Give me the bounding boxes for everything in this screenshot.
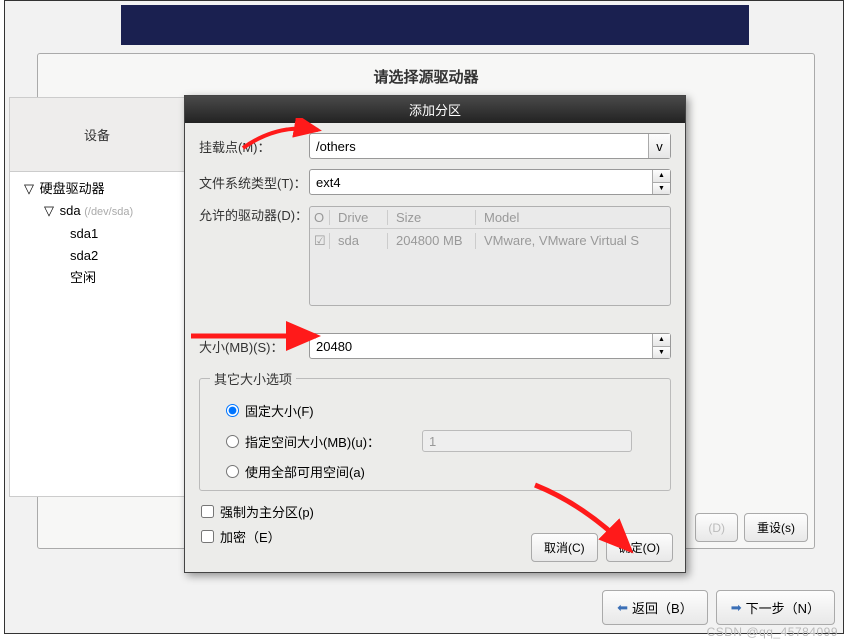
- size-spin-buttons[interactable]: ▲▼: [652, 334, 670, 358]
- watermark: CSDN @qq_45784099: [707, 625, 838, 639]
- back-button[interactable]: 返回（B）: [602, 590, 708, 625]
- chevron-down-icon[interactable]: v: [648, 134, 670, 158]
- radio-upto-row: 指定空间大小(MB)(u)：: [210, 425, 660, 457]
- size-input[interactable]: [310, 334, 652, 358]
- fstype-row: 文件系统类型(T)： ▲▼: [199, 169, 671, 195]
- spin-down-icon[interactable]: ▼: [653, 347, 670, 359]
- radio-allfree-input[interactable]: [226, 465, 239, 478]
- panel-title: 请选择源驱动器: [38, 54, 814, 87]
- cancel-button[interactable]: 取消(C): [531, 533, 598, 562]
- tree-partition[interactable]: sda2: [14, 245, 180, 267]
- radio-upto-label: 指定空间大小(MB)(u)：: [245, 432, 380, 451]
- fstype-input[interactable]: [310, 170, 652, 194]
- arrow-right-icon: [731, 600, 742, 616]
- arrow-left-icon: [617, 600, 628, 616]
- tree-disk[interactable]: ▽ sda (/dev/sda): [14, 200, 180, 223]
- tree-toggle-icon[interactable]: ▽: [44, 200, 56, 222]
- drive-col-drive: Drive: [338, 210, 388, 225]
- next-button[interactable]: 下一步（N）: [716, 590, 835, 625]
- mount-point-input[interactable]: [310, 134, 648, 158]
- header-banner: [121, 5, 749, 45]
- device-sidebar: 设备 ▽ 硬盘驱动器 ▽ sda (/dev/sda) sda1 sda2 空闲: [9, 97, 185, 497]
- spin-up-icon[interactable]: ▲: [653, 334, 670, 347]
- allowed-drives-box: O Drive Size Model ☑ sda 204800 MB VMwar…: [309, 206, 671, 306]
- partition-action-buttons: (D) 重设(s): [695, 513, 808, 542]
- mount-point-row: 挂载点(M)： v: [199, 133, 671, 159]
- radio-fixed-input[interactable]: [226, 404, 239, 417]
- radio-fixed-size[interactable]: 固定大小(F): [210, 396, 660, 425]
- fstype-combo[interactable]: ▲▼: [309, 169, 671, 195]
- drive-col-model: Model: [484, 210, 666, 225]
- tree-root[interactable]: ▽ 硬盘驱动器: [14, 178, 180, 200]
- add-partition-dialog: 添加分区 挂载点(M)： v 文件系统类型(T)： ▲▼ 允许的驱动器(D)： …: [184, 95, 686, 573]
- drive-table-row[interactable]: ☑ sda 204800 MB VMware, VMware Virtual S: [310, 229, 670, 253]
- delete-button[interactable]: (D): [695, 513, 738, 542]
- device-header: 设备: [10, 98, 184, 172]
- fstype-spinner[interactable]: ▲▼: [652, 170, 670, 194]
- device-tree: ▽ 硬盘驱动器 ▽ sda (/dev/sda) sda1 sda2 空闲: [10, 172, 184, 295]
- drive-row-size: 204800 MB: [396, 233, 476, 249]
- tree-partition[interactable]: sda1: [14, 223, 180, 245]
- check-encrypt-input[interactable]: [201, 530, 214, 543]
- drive-table-header: O Drive Size Model: [310, 207, 670, 229]
- tree-toggle-icon[interactable]: ▽: [24, 178, 36, 200]
- check-primary-input[interactable]: [201, 505, 214, 518]
- drive-col-checkbox[interactable]: O: [314, 210, 330, 225]
- spin-up-icon[interactable]: ▲: [653, 170, 670, 183]
- reset-button[interactable]: 重设(s): [744, 513, 808, 542]
- fstype-label: 文件系统类型(T)：: [199, 173, 309, 192]
- dialog-buttons: 取消(C) 确定(O): [531, 533, 673, 562]
- other-size-fieldset: 其它大小选项 固定大小(F) 指定空间大小(MB)(u)： 使用全部可用空间(a…: [199, 369, 671, 491]
- tree-free[interactable]: 空闲: [14, 267, 180, 289]
- dialog-body: 挂载点(M)： v 文件系统类型(T)： ▲▼ 允许的驱动器(D)： O Dri…: [185, 123, 685, 557]
- mount-point-label: 挂载点(M)：: [199, 137, 309, 156]
- check-primary[interactable]: 强制为主分区(p): [199, 499, 671, 524]
- mount-point-combo[interactable]: v: [309, 133, 671, 159]
- other-size-legend: 其它大小选项: [210, 369, 296, 388]
- upto-size-input[interactable]: [422, 430, 632, 452]
- drive-row-checkbox[interactable]: ☑: [314, 233, 330, 249]
- drive-col-size: Size: [396, 210, 476, 225]
- ok-button[interactable]: 确定(O): [606, 533, 673, 562]
- size-spinner[interactable]: ▲▼: [309, 333, 671, 359]
- size-label: 大小(MB)(S)：: [199, 337, 309, 356]
- drive-row-model: VMware, VMware Virtual S: [484, 233, 666, 249]
- radio-upto-input[interactable]: [226, 435, 239, 448]
- nav-buttons: 返回（B） 下一步（N）: [602, 590, 835, 625]
- radio-allfree[interactable]: 使用全部可用空间(a): [210, 457, 660, 486]
- dialog-title: 添加分区: [185, 96, 685, 123]
- spin-down-icon[interactable]: ▼: [653, 183, 670, 195]
- size-row: 大小(MB)(S)： ▲▼: [199, 333, 671, 359]
- drive-row-name: sda: [338, 233, 388, 249]
